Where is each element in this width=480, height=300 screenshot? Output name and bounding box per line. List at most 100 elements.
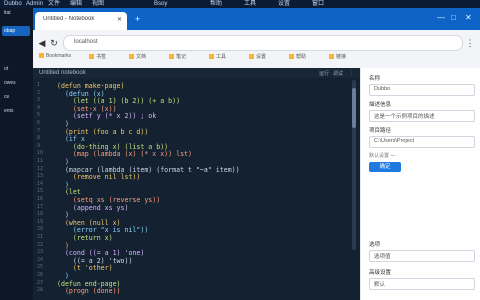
bookmark-label: 书签 <box>96 54 107 60</box>
bookmark-item[interactable]: 笔记 <box>169 53 186 60</box>
os-menu-item[interactable]: Dubbo <box>4 0 22 8</box>
folder-icon <box>329 54 334 60</box>
field-label: 高级设置 <box>369 270 392 276</box>
bookmark-label: 工具 <box>216 54 227 60</box>
name-field[interactable]: Dubbo <box>369 84 475 96</box>
folder-icon <box>209 54 214 60</box>
line-number: 3 <box>37 97 41 104</box>
bookmark-label: 设置 <box>256 54 267 60</box>
bookmark-item[interactable]: 工具 <box>209 53 226 60</box>
os-menu-item[interactable]: 帮助 <box>210 0 222 8</box>
bookmark-label: 链接 <box>336 54 347 60</box>
bookmark-item[interactable]: 书签 <box>89 53 106 60</box>
bookmark-item[interactable]: 设置 <box>249 53 266 60</box>
os-menu-item[interactable]: 设置 <box>278 0 290 8</box>
field-value: C:\Users\Project <box>374 138 415 144</box>
bookmark-item[interactable]: Bookmarks <box>39 53 71 59</box>
line-number: 17 <box>37 203 44 210</box>
browser-toolbar: ◀ ↻ localhost ⋮ Bookmarks 书签 文档 笔记 工具 设置… <box>33 30 480 69</box>
folder-icon <box>89 54 94 60</box>
editor-header: Untitled notebook 运行 调试 ⋮ <box>33 68 360 78</box>
line-number: 13 <box>37 173 44 180</box>
os-menu-item[interactable]: 文件 <box>48 0 60 8</box>
line-number: 4 <box>37 104 41 111</box>
line-number: 15 <box>37 188 44 195</box>
bookmark-label: 文档 <box>136 54 147 60</box>
settings-panel: 名称 Dubbo 描述信息 这是一个示例项目的描述 项目路径 C:\Users\… <box>360 68 480 300</box>
url-text: localhost <box>74 39 98 45</box>
line-number: 20 <box>37 226 44 233</box>
scrollbar-thumb[interactable] <box>352 88 356 128</box>
address-bar[interactable]: localhost <box>63 35 463 51</box>
folder-icon <box>249 54 254 60</box>
bookmarks-bar: Bookmarks 书签 文档 笔记 工具 设置 帮助 链接 <box>39 53 469 63</box>
os-menu-item[interactable]: 工具 <box>244 0 256 8</box>
window-close-button[interactable]: ✕ <box>465 13 472 22</box>
menu-icon[interactable]: ⋮ <box>465 38 475 48</box>
bookmark-item[interactable]: 帮助 <box>289 53 306 60</box>
bookmark-item[interactable]: 链接 <box>329 53 346 60</box>
back-icon[interactable]: ◀ <box>37 38 47 48</box>
sidebar-item[interactable]: ents <box>2 106 30 116</box>
line-number: 21 <box>37 234 44 240</box>
line-number: 8 <box>37 135 41 142</box>
line-number: 23 <box>37 249 44 256</box>
line-number: 6 <box>37 120 41 126</box>
line-number: 1 <box>37 82 41 88</box>
field-value: 默认 <box>374 282 386 288</box>
folder-icon <box>129 54 134 60</box>
confirm-button[interactable]: 确定 <box>369 162 401 172</box>
os-menu-item[interactable]: 窗口 <box>312 0 324 8</box>
editor-title: Untitled notebook <box>39 70 86 76</box>
run-button[interactable]: 运行 <box>319 70 329 77</box>
option-field[interactable]: 选项值 <box>369 250 475 262</box>
line-number: 28 <box>37 287 44 294</box>
advanced-field[interactable]: 默认 <box>369 278 475 290</box>
reload-icon[interactable]: ↻ <box>49 38 59 48</box>
field-value: 这是一个示例项目的描述 <box>374 114 435 120</box>
folder-icon <box>169 54 174 60</box>
line-number: 2 <box>37 89 41 96</box>
sidebar-item[interactable]: ce <box>2 92 30 102</box>
line-number: 5 <box>37 112 41 119</box>
maximize-button[interactable]: □ <box>451 13 456 22</box>
path-field[interactable]: C:\Users\Project <box>369 136 475 148</box>
sidebar-item[interactable]: itat <box>2 8 30 18</box>
line-number: 9 <box>37 142 41 149</box>
code-line: (progn (done)) <box>57 287 121 296</box>
os-menu-item[interactable]: Bsoy <box>154 0 167 8</box>
line-number: 18 <box>37 211 44 218</box>
line-number: 27 <box>37 279 44 286</box>
sidebar-item[interactable]: owes <box>2 78 30 88</box>
hint-text: 默认设置 — <box>369 153 396 159</box>
sidebar-item-active[interactable]: obap <box>2 26 30 36</box>
line-number: 19 <box>37 218 44 225</box>
os-menu-item[interactable]: Admin <box>26 0 43 8</box>
description-field[interactable]: 这是一个示例项目的描述 <box>369 110 475 122</box>
field-label: 名称 <box>369 76 381 82</box>
code-line: (map (lambda (x) (* x x)) lst) <box>57 150 192 159</box>
field-label: 项目路径 <box>369 128 392 134</box>
line-number: 24 <box>37 256 44 263</box>
field-label: 选项 <box>369 242 381 248</box>
line-number: 11 <box>37 158 44 164</box>
sidebar-item[interactable]: ot <box>2 64 30 74</box>
line-number: 25 <box>37 264 44 271</box>
code-line: (remove nil lst)) <box>57 173 141 182</box>
field-value: 选项值 <box>374 254 391 260</box>
code-editor[interactable]: Untitled notebook 运行 调试 ⋮ 1 (defun make-p… <box>33 68 360 300</box>
bookmark-item[interactable]: 文档 <box>129 53 146 60</box>
os-menu-item[interactable]: 编辑 <box>70 0 82 8</box>
new-tab-button[interactable]: + <box>135 14 140 24</box>
browser-tab[interactable]: Untitled - Notebook ✕ <box>35 12 127 30</box>
line-number: 22 <box>37 241 44 248</box>
line-number: 26 <box>37 272 44 278</box>
minimize-button[interactable]: — <box>437 13 445 22</box>
debug-button[interactable]: 调试 <box>333 70 343 77</box>
code-line: (setf y (* x 2)) ; ok <box>57 112 157 121</box>
field-value: Dubbo <box>374 86 391 92</box>
more-icon[interactable]: ⋮ <box>349 70 354 76</box>
app-sidebar: itat obap ot owes ce ents <box>0 8 34 300</box>
close-icon[interactable]: ✕ <box>117 16 122 23</box>
os-menu-item[interactable]: 视图 <box>92 0 104 8</box>
